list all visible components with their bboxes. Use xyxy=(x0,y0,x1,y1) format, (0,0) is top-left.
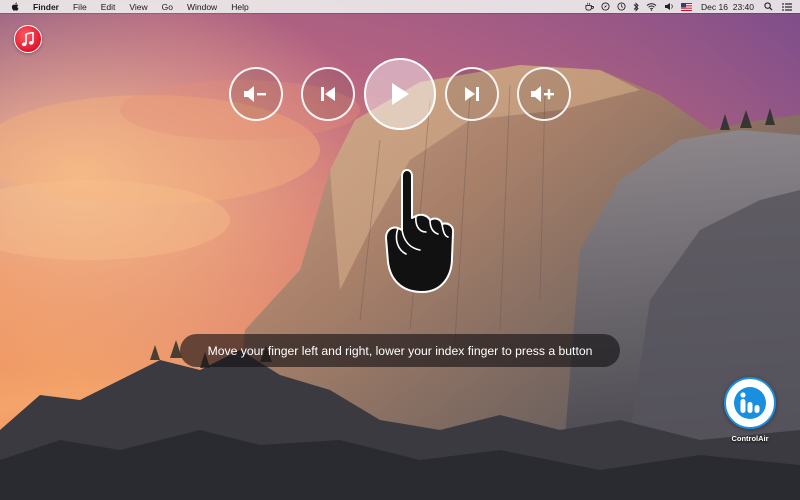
menu-app-name[interactable]: Finder xyxy=(33,2,59,12)
menu-window[interactable]: Window xyxy=(187,2,217,12)
volume-up-icon xyxy=(531,86,554,102)
previous-track-button[interactable] xyxy=(301,67,355,121)
menu-help[interactable]: Help xyxy=(231,2,248,12)
status-area: Dec 16 23:40 xyxy=(578,0,792,13)
menu-go[interactable]: Go xyxy=(162,2,173,12)
skip-forward-icon xyxy=(465,87,479,101)
wifi-icon[interactable] xyxy=(646,0,657,13)
gesture-hint-banner: Move your finger left and right, lower y… xyxy=(180,334,620,367)
volume-up-button[interactable] xyxy=(517,67,571,121)
spotlight-search-icon[interactable] xyxy=(764,0,773,13)
skip-back-icon xyxy=(321,87,335,101)
coffee-icon[interactable] xyxy=(585,0,595,13)
compass-icon[interactable] xyxy=(601,0,610,13)
pointing-hand-icon xyxy=(385,169,455,293)
apple-menu-icon[interactable] xyxy=(11,2,20,12)
time-machine-icon[interactable] xyxy=(617,0,626,13)
bluetooth-icon[interactable] xyxy=(633,0,639,13)
music-app-icon[interactable] xyxy=(14,25,42,53)
volume-icon[interactable] xyxy=(664,0,674,13)
menubar-clock[interactable]: Dec 16 23:40 xyxy=(701,2,754,12)
controlair-app-icon[interactable] xyxy=(724,377,776,429)
menu-bar: Finder File Edit View Go Window Help Dec… xyxy=(0,0,800,13)
volume-down-button[interactable] xyxy=(229,67,283,121)
controlair-app-label: ControlAir xyxy=(731,434,769,443)
play-button[interactable] xyxy=(364,58,436,130)
menu-edit[interactable]: Edit xyxy=(101,2,116,12)
volume-down-icon xyxy=(244,86,266,102)
clock-time: 23:40 xyxy=(732,1,754,12)
menu-view[interactable]: View xyxy=(129,2,147,12)
next-track-button[interactable] xyxy=(445,67,499,121)
notification-center-icon[interactable] xyxy=(782,0,792,13)
clock-date: Dec 16 xyxy=(701,1,728,12)
play-icon xyxy=(392,83,409,105)
controlair-logo-icon xyxy=(734,387,766,419)
gesture-hint-text: Move your finger left and right, lower y… xyxy=(207,343,593,358)
us-flag-icon[interactable] xyxy=(681,0,693,13)
music-note-icon xyxy=(21,31,34,46)
menu-file[interactable]: File xyxy=(73,2,87,12)
